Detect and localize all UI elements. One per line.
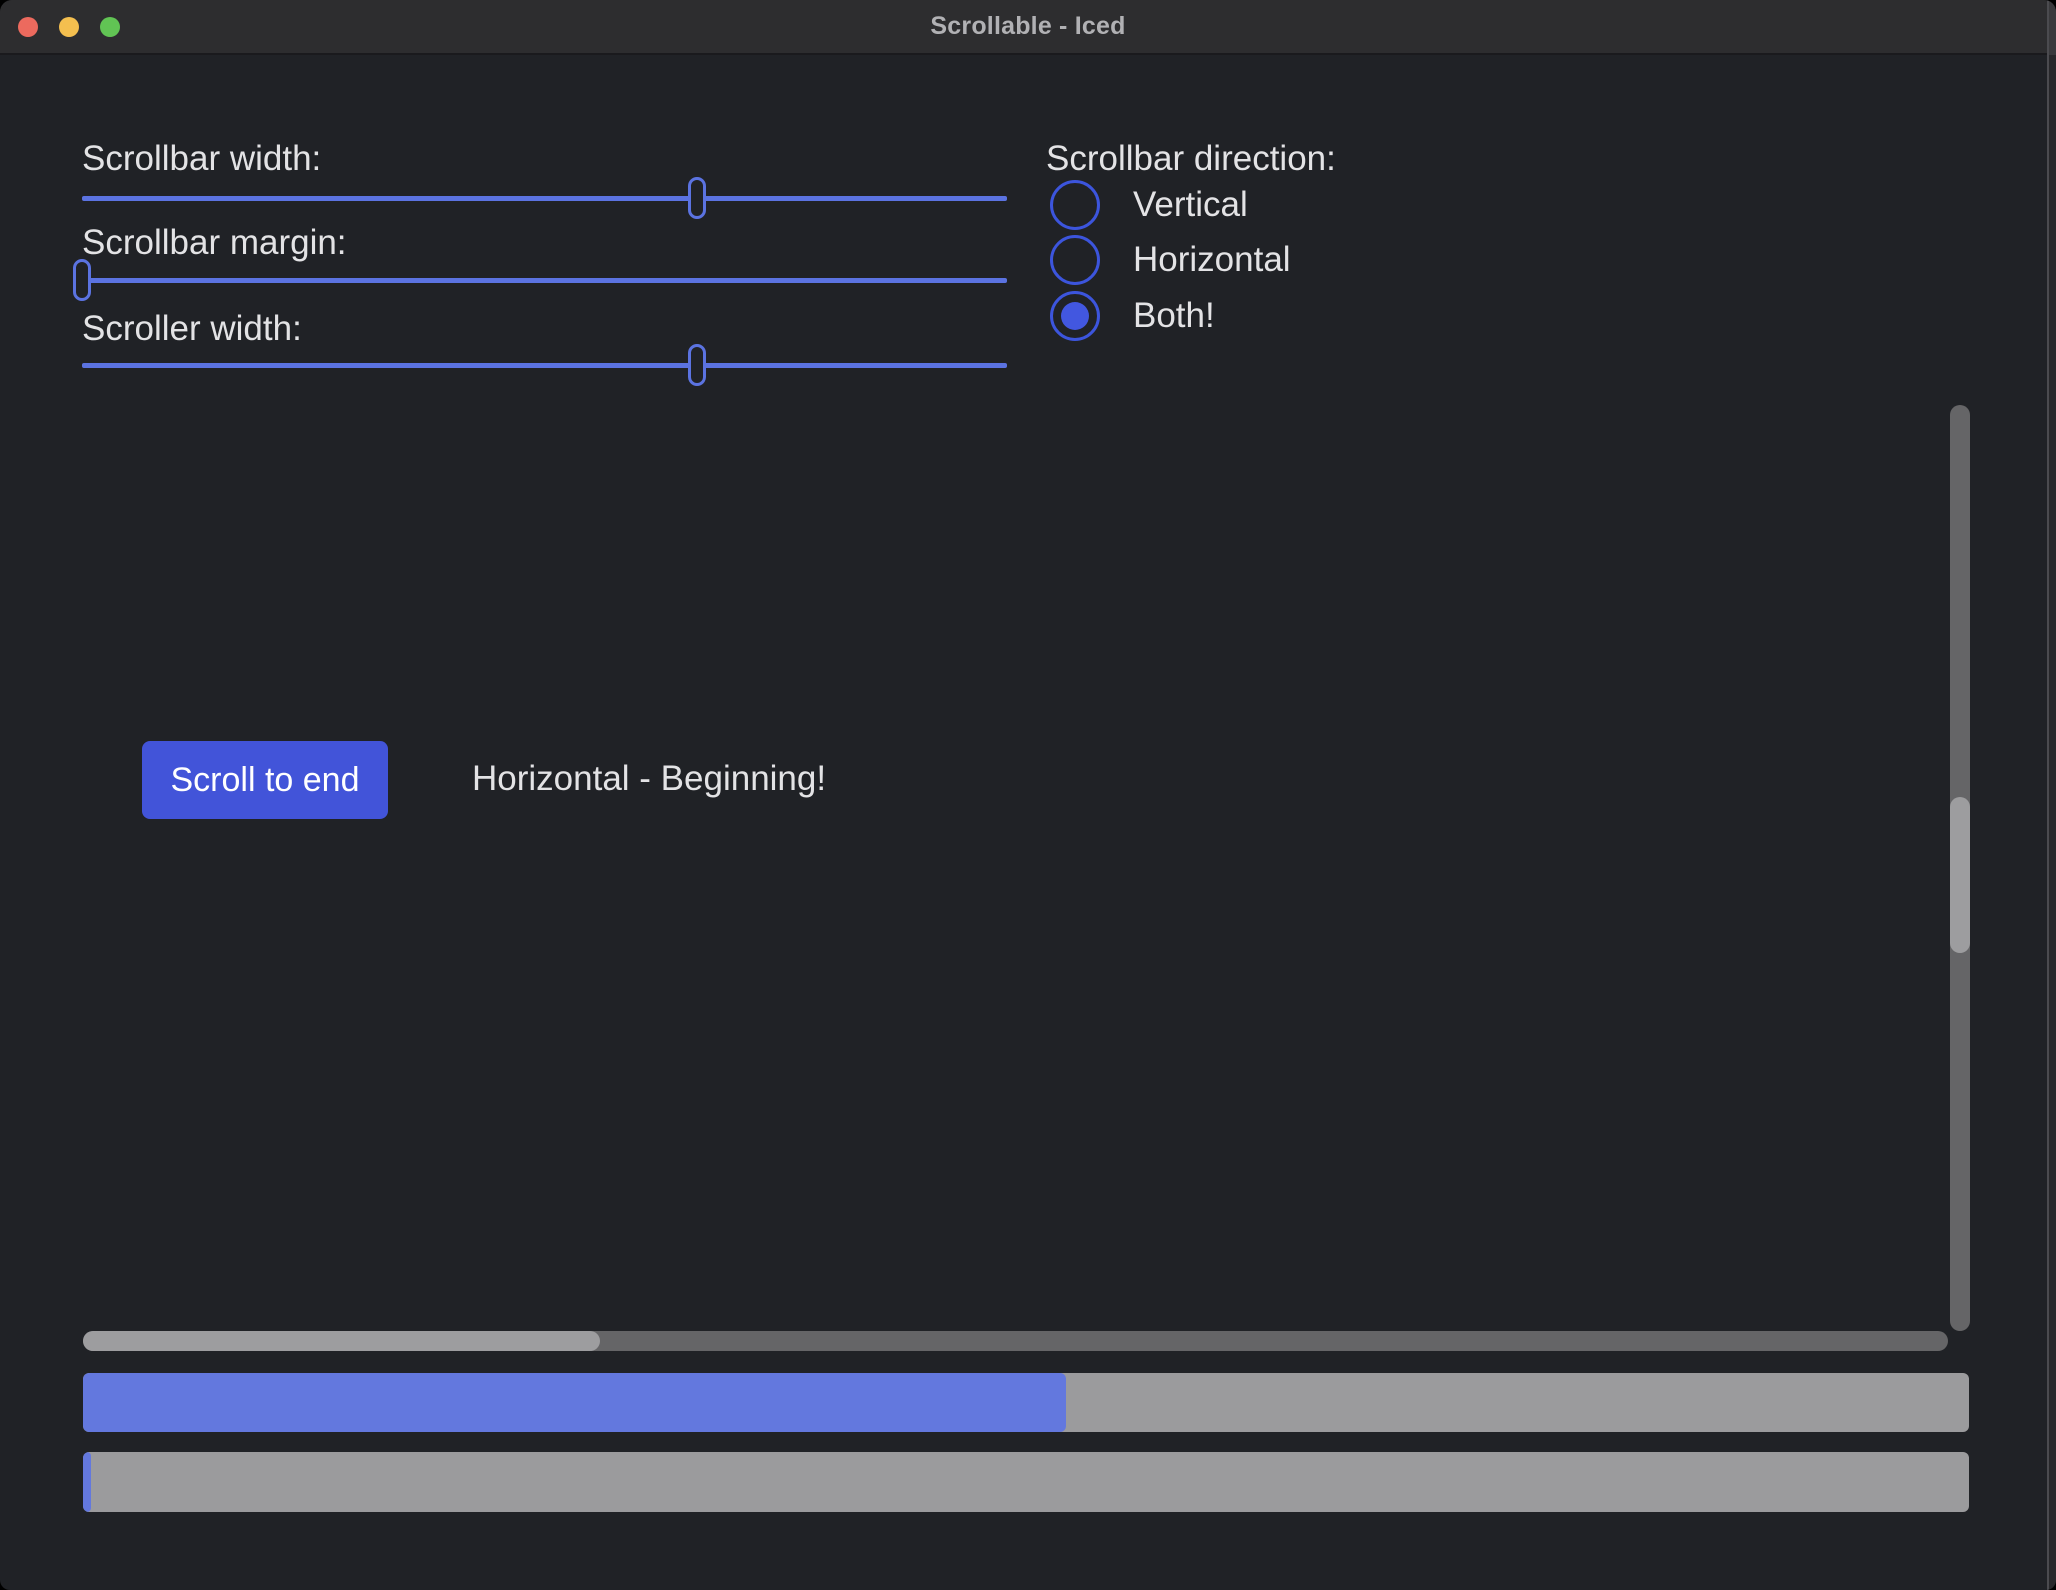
titlebar: Scrollable - Iced bbox=[0, 0, 2056, 55]
scroll-status-text: Horizontal - Beginning! bbox=[472, 759, 826, 799]
scrollbar-width-label: Scrollbar width: bbox=[82, 138, 321, 180]
radio-vertical-label: Vertical bbox=[1133, 185, 1248, 225]
scroll-to-end-button-label: Scroll to end bbox=[171, 761, 360, 800]
scroll-to-end-button[interactable]: Scroll to end bbox=[142, 741, 388, 819]
scrollbar-margin-slider[interactable] bbox=[82, 259, 1007, 301]
radio-horizontal[interactable]: Horizontal bbox=[1050, 235, 1291, 285]
slider-rail[interactable] bbox=[82, 363, 1007, 368]
slider-rail[interactable] bbox=[82, 196, 1007, 201]
radio-dot-icon bbox=[1061, 302, 1089, 330]
scrollbar-margin-label: Scrollbar margin: bbox=[82, 222, 347, 264]
radio-both-label: Both! bbox=[1133, 296, 1215, 336]
vertical-scrollbar-track[interactable] bbox=[1950, 405, 1970, 1331]
horizontal-scrollbar-track[interactable] bbox=[83, 1331, 1948, 1351]
app-window: Scrollable - Iced Scrollbar width: Scrol… bbox=[0, 0, 2056, 1590]
window-title: Scrollable - Iced bbox=[0, 0, 2056, 53]
horizontal-scrollbar-thumb[interactable] bbox=[83, 1331, 600, 1351]
progress-fill bbox=[83, 1452, 91, 1512]
scroller-width-slider[interactable] bbox=[82, 344, 1007, 386]
zoom-icon[interactable] bbox=[100, 17, 120, 37]
close-icon[interactable] bbox=[18, 17, 38, 37]
window-right-edge bbox=[2049, 0, 2056, 1590]
vertical-scrollbar-thumb[interactable] bbox=[1950, 797, 1970, 953]
scrollbar-width-slider[interactable] bbox=[82, 177, 1007, 219]
minimize-icon[interactable] bbox=[59, 17, 79, 37]
radio-circle-icon[interactable] bbox=[1050, 235, 1100, 285]
slider-handle[interactable] bbox=[73, 259, 91, 301]
horizontal-progress-bar bbox=[83, 1373, 1969, 1432]
radio-circle-icon[interactable] bbox=[1050, 180, 1100, 230]
slider-handle[interactable] bbox=[688, 177, 706, 219]
progress-fill bbox=[83, 1373, 1066, 1432]
slider-rail[interactable] bbox=[82, 278, 1007, 283]
radio-vertical[interactable]: Vertical bbox=[1050, 180, 1248, 230]
scrollbar-direction-label: Scrollbar direction: bbox=[1046, 138, 1336, 180]
radio-both[interactable]: Both! bbox=[1050, 291, 1215, 341]
radio-horizontal-label: Horizontal bbox=[1133, 240, 1291, 280]
radio-circle-icon[interactable] bbox=[1050, 291, 1100, 341]
window-right-edge-top bbox=[2049, 0, 2056, 55]
vertical-progress-bar bbox=[83, 1452, 1969, 1512]
slider-handle[interactable] bbox=[688, 344, 706, 386]
